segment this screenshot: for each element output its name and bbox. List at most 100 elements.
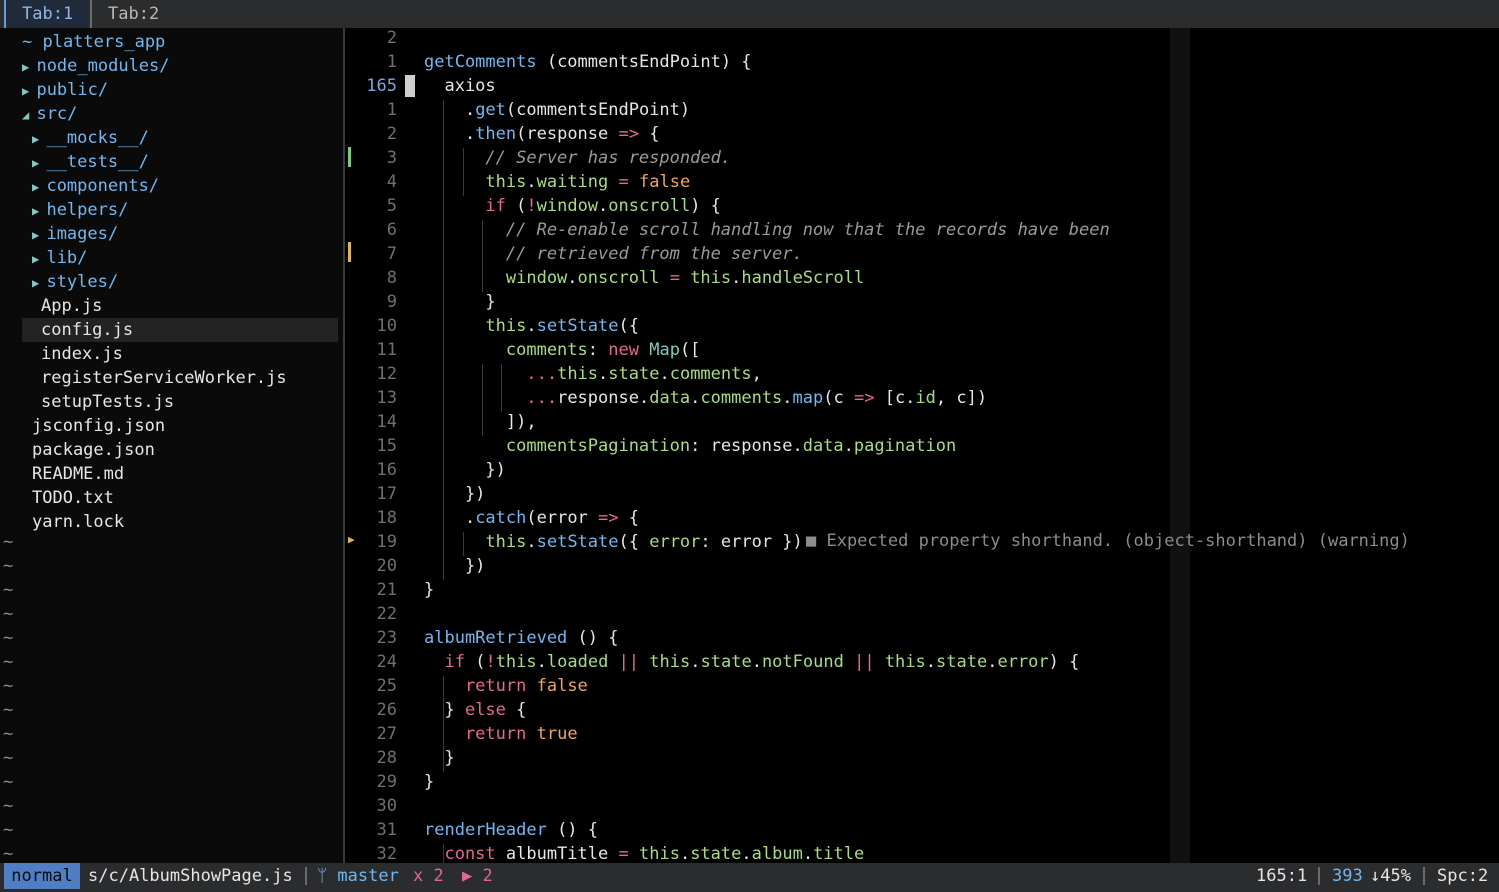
code-token: // retrieved from the server.	[424, 244, 803, 264]
code-token: ...	[526, 364, 558, 384]
tree-dir-item[interactable]: ▶ helpers/	[32, 198, 128, 222]
tree-file-item[interactable]: setupTests.js	[41, 390, 174, 414]
tree-file-item[interactable]: registerServiceWorker.js	[41, 366, 287, 390]
tree-dir-item[interactable]: ▶ styles/	[32, 270, 118, 294]
code-line: .catch(error => {	[424, 506, 639, 530]
code-token: this	[424, 172, 527, 192]
line-number: 12	[376, 364, 397, 384]
status-filename: s/c/AlbumShowPage.js	[88, 866, 293, 886]
tree-item-label: __tests__/	[46, 152, 149, 172]
code-token: .	[751, 652, 762, 672]
code-token: }	[424, 700, 465, 720]
code-line: if (!window.onscroll) {	[424, 194, 721, 218]
line-number: 2	[386, 124, 397, 144]
empty-line-tilde: ~	[3, 652, 14, 672]
line-number: 31	[376, 820, 397, 840]
split-divider[interactable]	[343, 28, 345, 863]
total-lines: 393	[1332, 866, 1363, 886]
tree-file-item[interactable]: yarn.lock	[32, 510, 124, 534]
code-line: window.onscroll = this.handleScroll	[424, 266, 864, 290]
code-token: albumRetrieved	[424, 628, 568, 648]
tree-dir-item[interactable]: ▶ lib/	[32, 246, 87, 270]
code-line: ...this.state.comments,	[424, 362, 762, 386]
code-token: .	[690, 652, 701, 672]
code-token: .	[598, 364, 609, 384]
tree-root[interactable]: ~ platters_app	[22, 30, 165, 54]
tree-dir-item[interactable]: ▶ components/	[32, 174, 159, 198]
line-number: 14	[376, 412, 397, 432]
triangle-closed-icon: ▶	[32, 180, 47, 194]
tree-dir-item[interactable]: ▶ node_modules/	[22, 54, 170, 78]
code-token: commentsPagination	[424, 436, 691, 456]
code-token: })	[424, 484, 486, 504]
tree-dir-item[interactable]: ▶ __tests__/	[32, 150, 149, 174]
triangle-closed-icon: ▶	[32, 252, 47, 266]
tree-dir-item[interactable]: ▶ __mocks__/	[32, 126, 149, 150]
code-token: .	[843, 436, 854, 456]
tab-1[interactable]: Tab:1	[4, 0, 88, 28]
line-number: 13	[376, 388, 397, 408]
code-token: .	[802, 844, 814, 864]
tree-file-item[interactable]: jsconfig.json	[32, 414, 165, 438]
code-line: this.setState({ error: error })	[424, 530, 802, 554]
file-tree: ~ platters_app ▶ node_modules/▶ public/◢ …	[0, 28, 343, 864]
scroll-percent: ↓45%	[1370, 866, 1411, 886]
code-token: id	[915, 388, 936, 408]
code-line: return false	[424, 674, 588, 698]
code-token: loaded	[546, 652, 609, 672]
tree-dir-item[interactable]: ▶ images/	[32, 222, 118, 246]
code-line: })	[424, 458, 505, 482]
code-token: .	[987, 652, 998, 672]
tab-2[interactable]: Tab:2	[90, 0, 170, 28]
code-token: response.	[557, 388, 650, 408]
error-count[interactable]: x 2	[413, 863, 444, 889]
code-line: // Server has responded.	[424, 146, 731, 170]
tree-file-item[interactable]: TODO.txt	[32, 486, 114, 510]
tree-file-item[interactable]: index.js	[41, 342, 123, 366]
tree-file-item[interactable]: package.json	[32, 438, 155, 462]
tree-dir-item[interactable]: ▶ public/	[22, 78, 108, 102]
code-token: () {	[546, 820, 599, 840]
code-line: .then(response => {	[424, 122, 660, 146]
code-line: }	[424, 746, 455, 770]
warning-count[interactable]: ▶ 2	[462, 863, 493, 889]
code-token: .	[526, 172, 537, 192]
code-token: window	[424, 268, 568, 288]
empty-line-tilde: ~	[3, 748, 14, 768]
status-separator	[1423, 867, 1425, 885]
triangle-closed-icon: ▶	[32, 276, 47, 290]
code-token: .	[659, 364, 670, 384]
code-line: }	[424, 290, 495, 314]
code-token: error	[997, 652, 1049, 672]
cursor-position: 165:1	[1256, 866, 1308, 886]
tree-file-item[interactable]: README.md	[32, 462, 124, 486]
code-line: return true	[424, 722, 578, 746]
code-token: .	[679, 844, 691, 864]
status-separator	[305, 867, 307, 885]
code-line: renderHeader () {	[424, 818, 598, 842]
tree-item-label: public/	[36, 80, 109, 100]
code-token: false	[639, 172, 691, 192]
tree-dir-item[interactable]: ◢ src/	[22, 102, 77, 126]
git-modified-sign	[348, 242, 351, 262]
code-token: error	[649, 532, 701, 552]
code-token: renderHeader	[424, 820, 547, 840]
code-line: this.waiting = false	[424, 170, 690, 194]
code-line: .get(commentsEndPoint)	[424, 98, 690, 122]
code-line: ...response.data.comments.map(c => [c.id…	[424, 386, 987, 410]
code-line: })	[424, 482, 485, 506]
triangle-closed-icon: ▶	[22, 84, 37, 98]
code-token: this	[424, 316, 527, 336]
code-editor[interactable]: getComments (commentsEndPoint) { axios .…	[424, 28, 1410, 864]
triangle-closed-icon: ▶	[32, 228, 47, 242]
code-token: }	[424, 748, 455, 768]
tree-file-item[interactable]: config.js	[41, 318, 133, 342]
mode-indicator: normal	[4, 863, 80, 889]
tree-file-item[interactable]: App.js	[41, 294, 102, 318]
indent-setting: Spc:2	[1437, 866, 1489, 886]
code-token: get	[475, 100, 506, 120]
